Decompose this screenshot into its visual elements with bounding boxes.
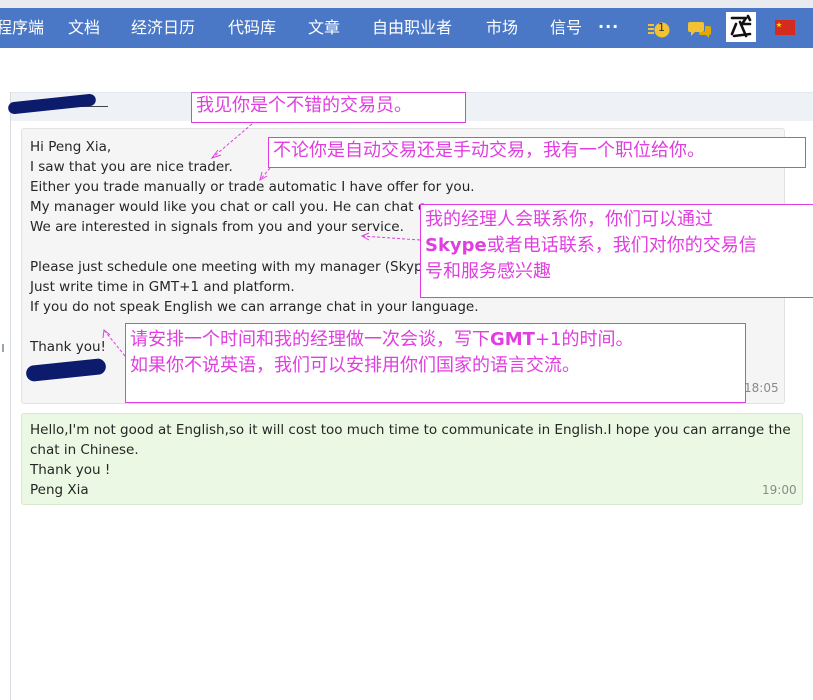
annotation-manager-contact: 我的经理人会联系你，你们可以通过 Skype或者电话联系，我们对你的交易信 号和… xyxy=(420,204,813,298)
annotation-schedule-line-2: 如果你不说英语，我们可以安排用你们国家的语言交流。 xyxy=(130,355,580,376)
annotation-schedule-meeting: 请安排一个时间和我的经理做一次会谈，写下GMT+1的时间。 如果你不说英语，我们… xyxy=(125,323,746,403)
annotation-schedule-line-1-post: +1的时间。 xyxy=(534,329,634,350)
annotation-schedule-line-1-pre: 请安排一个时间和我的经理做一次会谈，写下 xyxy=(130,329,490,350)
annotation-manager-line-2-rest: 或者电话联系，我们对你的交易信 xyxy=(486,235,757,256)
annotation-skype-word: Skype xyxy=(425,235,487,256)
annotation-manager-line-3: 号和服务感兴趣 xyxy=(425,261,551,282)
annotation-nice-trader-text: 我见你是个不错的交易员。 xyxy=(196,95,412,116)
annotation-gmt-word: GMT xyxy=(490,329,535,350)
annotation-manager-line-2: Skype或者电话联系，我们对你的交易信 xyxy=(425,233,813,259)
annotation-manager-line-1: 我的经理人会联系你，你们可以通过 xyxy=(425,209,713,230)
annotation-job-offer-text: 不论你是自动交易还是手动交易，我有一个职位给你。 xyxy=(273,140,705,161)
annotation-nice-trader: 我见你是个不错的交易员。 xyxy=(191,92,466,123)
annotation-job-offer: 不论你是自动交易还是手动交易，我有一个职位给你。 xyxy=(268,137,806,168)
annotation-schedule-line-1: 请安排一个时间和我的经理做一次会谈，写下GMT+1的时间。 xyxy=(130,327,741,353)
